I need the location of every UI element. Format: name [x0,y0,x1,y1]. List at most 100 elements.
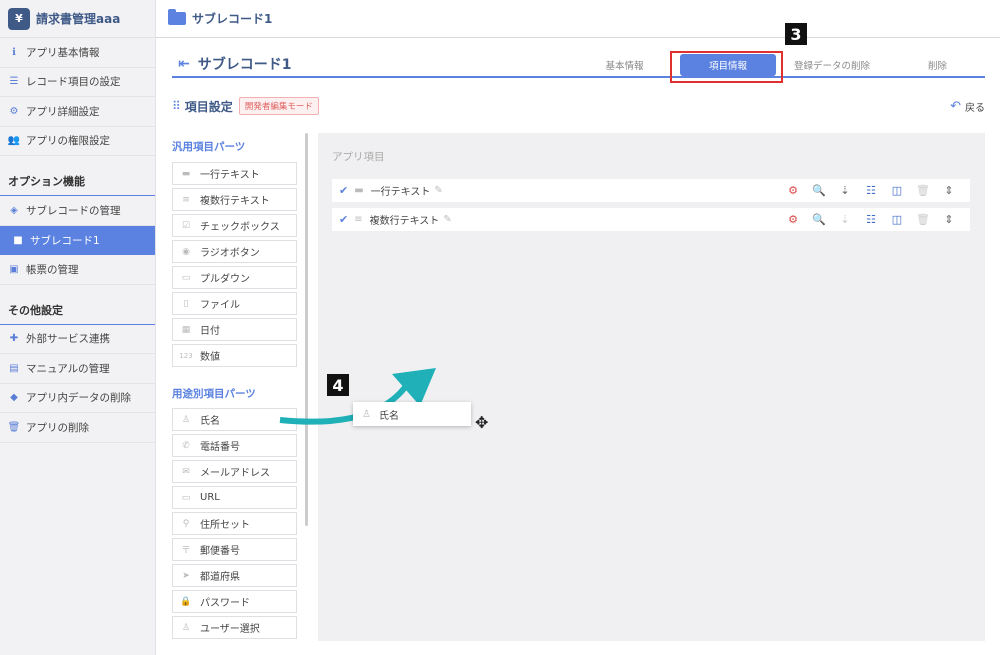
columns-icon[interactable]: ◫ [884,184,910,197]
trash-icon[interactable]: 🗑 [910,213,936,226]
part-password[interactable]: 🔒 パスワード [172,590,297,613]
sidebar-section-other: その他設定 [0,299,155,325]
sidebar-item-label: 帳票の管理 [26,263,79,276]
part-phone[interactable]: ✆ 電話番号 [172,434,297,457]
tab-highlight-box [670,51,783,83]
sidebar-item-label: 外部サービス連携 [26,333,110,346]
part-postal-code[interactable]: 〒 郵便番号 [172,538,297,561]
sidebar-item-record-fields[interactable]: ☰ レコード項目の設定 [0,68,155,97]
dropdown-icon: ▭ [181,272,191,283]
topbar-title: サブレコード1 [192,12,273,26]
undo-icon: ↶ [950,98,961,114]
part-multi-line-text[interactable]: ≡ 複数行テキスト [172,188,297,211]
sidebar-item-label: アプリ内データの削除 [26,392,131,405]
part-label: ユーザー選択 [200,624,260,635]
lines-icon: ≡ [354,214,363,225]
page-header: ⇤ サブレコード1 基本情報 項目情報 登録データの削除 削除 [172,52,985,78]
gear-icon[interactable]: ⚙ [780,213,806,226]
tab-basic-info[interactable]: 基本情報 [572,52,677,78]
field-row[interactable]: ✔ ▬ 一行テキスト ✎ ⚙ 🔍 ⇣ ☷ ◫ 🗑 ⇕ [332,179,970,202]
pencil-icon[interactable]: ✎ [434,185,442,196]
palette-scrollbar[interactable] [305,133,308,526]
columns-icon[interactable]: ◫ [884,213,910,226]
field-label: 一行テキスト [370,187,431,198]
tab-delete[interactable]: 削除 [890,52,985,78]
canvas-label: アプリ項目 [332,151,385,163]
sidebar-item-manual[interactable]: ▤ マニュアルの管理 [0,354,155,384]
tab-delete-records[interactable]: 登録データの削除 [778,52,886,78]
users-icon: 👥 [7,135,21,147]
trash-icon[interactable]: 🗑 [910,184,936,197]
part-dropdown[interactable]: ▭ プルダウン [172,266,297,289]
sidebar-item-delete-app[interactable]: 🗑 アプリの削除 [0,413,155,443]
radio-icon: ◉ [182,246,190,257]
part-radio[interactable]: ◉ ラジオボタン [172,240,297,263]
field-label: 複数行テキスト [369,216,440,227]
part-prefecture[interactable]: ➤ 都道府県 [172,564,297,587]
part-date[interactable]: ▦ 日付 [172,318,297,341]
gear-icon[interactable]: ⚙ [780,184,806,197]
app-header: ¥ 請求書管理aaa [0,0,155,38]
back-to-list-icon[interactable]: ⇤ [178,56,190,72]
sidebar-item-app-info[interactable]: ℹ アプリ基本情報 [0,38,155,68]
part-label: メールアドレス [200,468,270,479]
part-single-line-text[interactable]: ▬ 一行テキスト [172,162,297,185]
field-row[interactable]: ✔ ≡ 複数行テキスト ✎ ⚙ 🔍 ⇣ ☷ ◫ 🗑 ⇕ [332,208,970,231]
sidebar-item-subrecord-management[interactable]: ◈ サブレコードの管理 [0,196,155,226]
lock-icon: 🔒 [180,596,192,607]
sort-icon[interactable]: ⇣ [832,184,858,197]
part-label: 一行テキスト [200,170,260,181]
field-tools: ⚙ 🔍 ⇣ ☷ ◫ 🗑 ⇕ [780,184,962,197]
puzzle-icon: ✚ [9,333,19,345]
sidebar-item-delete-data[interactable]: ◆ アプリ内データの削除 [0,384,155,413]
search-icon[interactable]: 🔍 [806,213,832,226]
field-tools: ⚙ 🔍 ⇣ ☷ ◫ 🗑 ⇕ [780,213,962,226]
part-label: 複数行テキスト [200,196,270,207]
part-label: 日付 [200,326,220,337]
sidebar-item-permissions[interactable]: 👥 アプリの権限設定 [0,127,155,156]
part-user-select[interactable]: ♙ ユーザー選択 [172,616,297,639]
folder-icon: ■ [13,234,23,246]
reorder-icon[interactable]: ⇕ [936,184,962,197]
info-icon: ℹ [12,46,16,58]
sidebar-item-app-details[interactable]: ⚙ アプリ詳細設定 [0,97,155,127]
part-email[interactable]: ✉ メールアドレス [172,460,297,483]
part-checkbox[interactable]: ☑ チェックボックス [172,214,297,237]
list-icon: ☰ [9,76,19,88]
sort-icon[interactable]: ⇣ [832,213,858,226]
gear-icon: ⚙ [9,105,19,117]
step-badge-4: 4 [327,374,349,396]
layers-icon: ◈ [10,204,18,216]
sidebar-item-form-management[interactable]: ▣ 帳票の管理 [0,255,155,285]
part-file[interactable]: ▯ ファイル [172,292,297,315]
app-title[interactable]: 請求書管理aaa [36,10,120,27]
url-icon: ▭ [181,492,191,503]
reorder-icon[interactable]: ⇕ [936,213,962,226]
part-address-set[interactable]: ⚲ 住所セット [172,512,297,535]
list-view-icon[interactable]: ☷ [858,184,884,197]
calendar-icon: ▦ [181,324,191,335]
sidebar-item-label: アプリ詳細設定 [26,105,100,118]
sidebar-item-label: アプリの権限設定 [26,135,110,148]
check-icon[interactable]: ✔ [339,184,348,197]
sidebar-item-label: レコード項目の設定 [26,76,121,89]
sidebar-item-subrecord1[interactable]: ■ サブレコード1 [0,225,155,255]
sidebar-item-external-services[interactable]: ✚ 外部サービス連携 [0,325,155,354]
search-icon[interactable]: 🔍 [806,184,832,197]
map-icon: ➤ [182,570,190,581]
back-button[interactable]: ↶ 戻る [950,99,985,114]
sidebar-item-label: マニュアルの管理 [26,362,110,375]
sidebar-item-label: アプリ基本情報 [26,46,100,59]
person-icon: ♙ [362,408,371,420]
sidebar-item-label: サブレコード1 [30,234,100,247]
mail-icon: ✉ [182,466,190,477]
check-icon[interactable]: ✔ [339,213,348,226]
file-icon: ▯ [183,298,189,309]
part-url[interactable]: ▭ URL [172,486,297,509]
pencil-icon[interactable]: ✎ [443,214,451,225]
list-view-icon[interactable]: ☷ [858,213,884,226]
line-icon: ▬ [354,185,364,196]
eraser-icon: ◆ [10,392,18,404]
pin-icon: ⚲ [182,518,190,529]
general-parts-title: 汎用項目パーツ [172,141,246,153]
